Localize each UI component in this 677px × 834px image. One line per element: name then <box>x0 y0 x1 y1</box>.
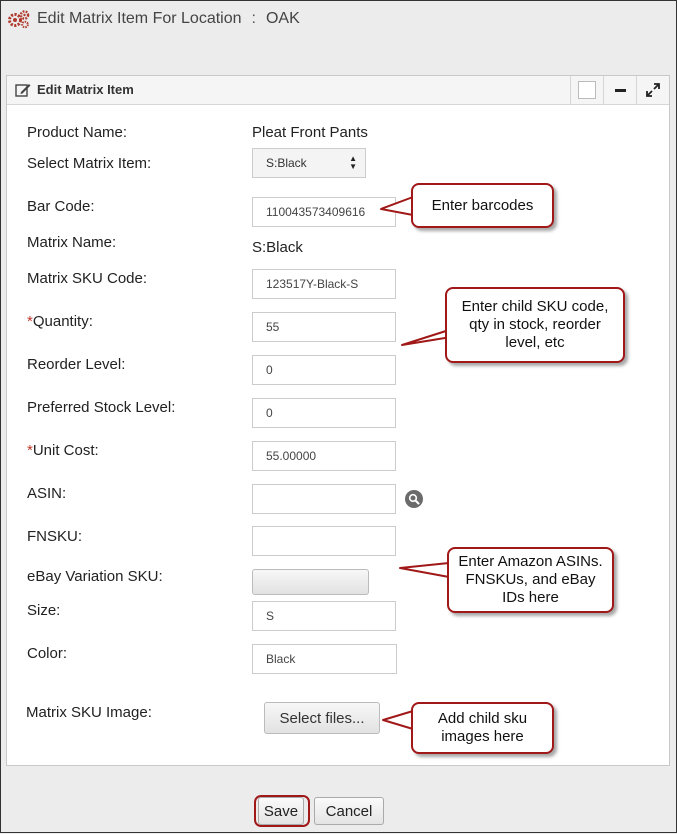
bar-code-input[interactable]: 110043573409616 <box>252 197 396 227</box>
select-files-button[interactable]: Select files... <box>264 702 380 734</box>
unit-cost-label: *Unit Cost: <box>27 442 99 459</box>
search-icon[interactable] <box>405 490 423 508</box>
callout-barcodes: Enter barcodes <box>411 183 554 228</box>
reorder-level-input[interactable]: 0 <box>252 355 396 385</box>
matrix-sku-label: Matrix SKU Code: <box>27 270 148 287</box>
location-code: OAK <box>265 10 300 27</box>
color-label: Color: <box>27 645 68 662</box>
preferred-stock-label: Preferred Stock Level: <box>27 399 176 416</box>
panel-tools <box>570 76 669 104</box>
panel-checkbox[interactable] <box>570 76 603 104</box>
app-window: Edit Matrix Item For Location : OAK Edit… <box>0 0 677 833</box>
ebay-variation-button[interactable] <box>252 569 369 595</box>
callout-child-sku: Enter child SKU code, qty in stock, reor… <box>445 287 625 363</box>
asin-label: ASIN: <box>27 485 67 502</box>
color-input[interactable]: Black <box>252 644 397 674</box>
ebay-variation-label: eBay Variation SKU: <box>27 568 163 585</box>
product-name-label: Product Name: <box>27 124 128 141</box>
edit-icon <box>15 83 31 97</box>
panel-header: Edit Matrix Item <box>7 76 669 105</box>
save-button[interactable]: Save <box>258 797 304 825</box>
asin-input[interactable] <box>252 484 396 514</box>
reorder-level-label: Reorder Level: <box>27 356 126 373</box>
size-label: Size: <box>27 602 61 619</box>
callout-amazon: Enter Amazon ASINs. FNSKUs, and eBay IDs… <box>447 547 614 613</box>
quantity-label: *Quantity: <box>27 313 93 330</box>
fnsku-input[interactable] <box>252 526 396 556</box>
preferred-stock-input[interactable]: 0 <box>252 398 396 428</box>
quantity-input[interactable]: 55 <box>252 312 396 342</box>
expand-icon[interactable] <box>636 76 669 104</box>
matrix-item-select-value: S:Black <box>266 156 307 170</box>
matrix-name-label: Matrix Name: <box>27 234 117 251</box>
page-header: Edit Matrix Item For Location : OAK <box>7 9 300 29</box>
bar-code-label: Bar Code: <box>27 198 95 215</box>
matrix-name-value: S:Black <box>252 239 303 256</box>
page-title: Edit Matrix Item For Location <box>37 10 242 27</box>
title-separator: : <box>251 10 256 27</box>
panel-title: Edit Matrix Item <box>15 82 134 97</box>
size-input[interactable]: S <box>252 601 396 631</box>
callout-images: Add child sku images here <box>411 702 554 754</box>
cancel-button[interactable]: Cancel <box>314 797 384 825</box>
matrix-item-select[interactable]: S:Black ▲ ▼ <box>252 148 366 178</box>
gears-icon <box>8 10 30 29</box>
panel-title-text: Edit Matrix Item <box>37 82 134 97</box>
fnsku-label: FNSKU: <box>27 528 83 545</box>
select-matrix-label: Select Matrix Item: <box>27 155 152 172</box>
matrix-sku-input[interactable]: 123517Y-Black-S <box>252 269 396 299</box>
minimize-icon[interactable] <box>603 76 636 104</box>
unit-cost-input[interactable]: 55.00000 <box>252 441 396 471</box>
product-name-value: Pleat Front Pants <box>252 124 368 141</box>
select-arrows-icon: ▲ ▼ <box>349 154 357 171</box>
matrix-sku-image-label: Matrix SKU Image: <box>26 704 152 721</box>
